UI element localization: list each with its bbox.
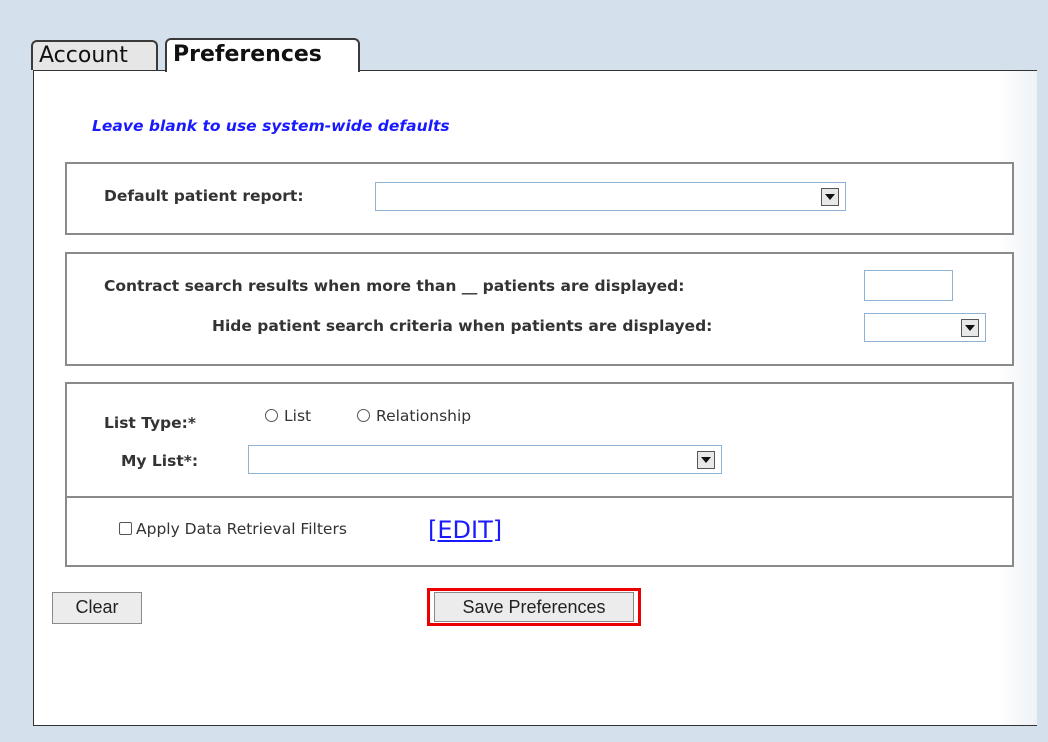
tab-preferences[interactable]: Preferences	[165, 38, 360, 75]
list-section	[65, 382, 1014, 498]
hide-criteria-label: Hide patient search criteria when patien…	[212, 317, 713, 335]
defaults-hint: Leave blank to use system-wide defaults	[92, 117, 450, 135]
radio-icon[interactable]	[265, 409, 278, 422]
default-report-select[interactable]	[375, 182, 846, 211]
my-list-label: My List*:	[121, 452, 199, 470]
contract-results-input[interactable]	[864, 270, 953, 301]
clear-button[interactable]: Clear	[52, 592, 142, 624]
contract-results-label: Contract search results when more than _…	[104, 277, 685, 295]
chevron-down-icon[interactable]	[697, 451, 715, 469]
list-type-option-relationship: Relationship	[376, 407, 472, 425]
chevron-down-icon[interactable]	[961, 319, 979, 337]
chevron-down-icon[interactable]	[821, 188, 839, 206]
checkbox-icon[interactable]	[119, 522, 132, 535]
save-preferences-button[interactable]: Save Preferences	[434, 592, 634, 622]
list-type-radio-list[interactable]: List	[265, 407, 311, 425]
list-type-option-list: List	[284, 407, 312, 425]
filters-checkbox-row[interactable]: Apply Data Retrieval Filters	[119, 520, 347, 538]
tab-account[interactable]: Account	[31, 40, 158, 70]
edit-filters-link[interactable]: [EDIT]	[428, 516, 502, 544]
hide-criteria-select[interactable]	[864, 313, 986, 342]
my-list-select[interactable]	[248, 445, 722, 474]
list-type-label: List Type:*	[104, 414, 196, 432]
filters-label: Apply Data Retrieval Filters	[136, 520, 347, 538]
list-type-radio-relationship[interactable]: Relationship	[357, 407, 471, 425]
radio-icon[interactable]	[357, 409, 370, 422]
default-report-label: Default patient report:	[104, 187, 304, 205]
